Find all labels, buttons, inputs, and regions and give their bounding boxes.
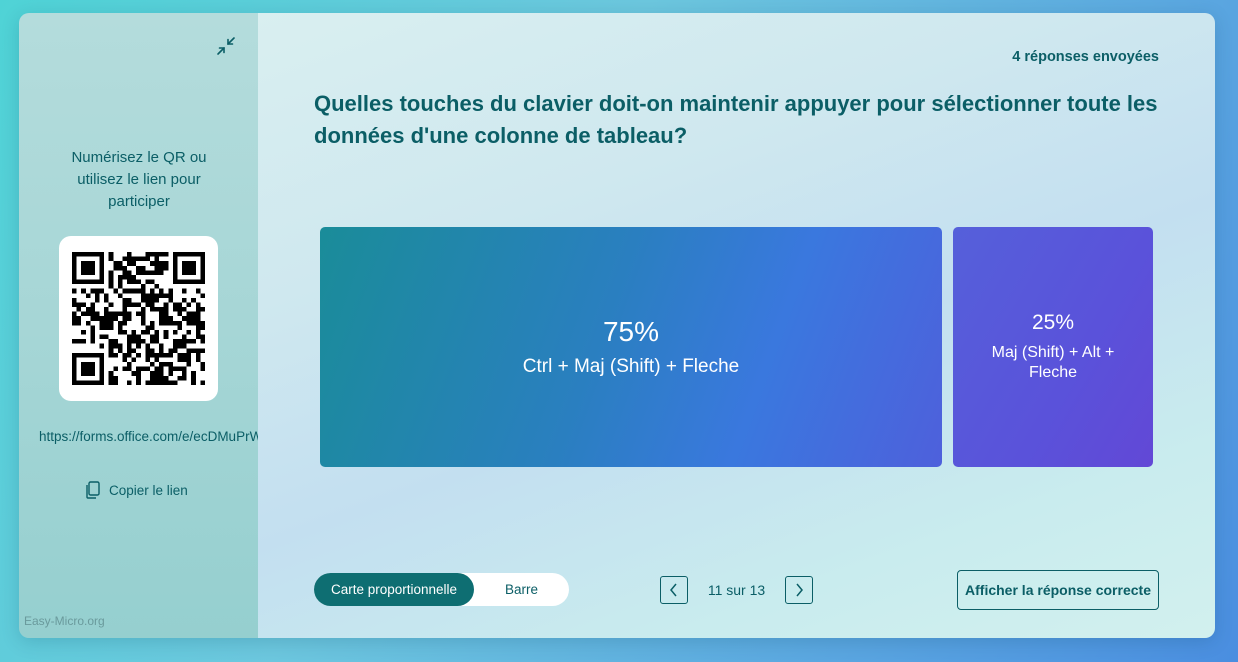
sidebar: Numérisez le QR ou utilisez le lien pour… xyxy=(19,13,282,638)
qr-code-card xyxy=(59,236,218,401)
results-panel: 4 réponses envoyées Quelles touches du c… xyxy=(258,13,1215,638)
page-indicator: 11 sur 13 xyxy=(707,582,766,598)
previous-question-button[interactable] xyxy=(660,576,688,604)
result-label: Ctrl + Maj (Shift) + Fleche xyxy=(522,356,740,377)
collapse-button[interactable] xyxy=(215,35,237,57)
chart-view-toggle: Carte proportionnelle Barre xyxy=(314,573,569,606)
next-question-button[interactable] xyxy=(785,576,813,604)
show-correct-answer-button[interactable]: Afficher la réponse correcte xyxy=(957,570,1159,610)
app-window: Numérisez le QR ou utilisez le lien pour… xyxy=(19,13,1215,638)
copy-icon xyxy=(86,481,100,499)
result-percent: 75% xyxy=(602,316,660,347)
copy-link-button[interactable]: Copier le lien xyxy=(85,480,188,500)
collapse-arrows-icon xyxy=(217,37,235,55)
toggle-bar[interactable]: Barre xyxy=(474,573,569,606)
responses-count: 4 réponses envoyées xyxy=(1012,49,1159,65)
chevron-right-icon xyxy=(796,583,803,597)
result-tile-option-2: 25% Maj (Shift) + Alt + Fleche xyxy=(953,227,1153,467)
result-tile-option-1: 75% Ctrl + Maj (Shift) + Fleche xyxy=(320,227,942,467)
toggle-proportional-map[interactable]: Carte proportionnelle xyxy=(314,573,474,606)
scan-instructions: Numérisez le QR ou utilisez le lien pour… xyxy=(71,149,207,210)
chevron-left-icon xyxy=(670,583,677,597)
result-percent: 25% xyxy=(1031,311,1075,334)
qr-code xyxy=(72,252,205,385)
participation-link[interactable]: https://forms.office.com/e/ecDMuPrWGB xyxy=(39,427,282,447)
copy-link-label: Copier le lien xyxy=(109,482,188,498)
question-pager: 11 sur 13 xyxy=(660,576,813,604)
watermark: Easy-Micro.org xyxy=(24,614,105,628)
result-label: Maj (Shift) + Alt + Fleche xyxy=(991,344,1115,381)
question-title: Quelles touches du clavier doit-on maint… xyxy=(314,91,1158,148)
